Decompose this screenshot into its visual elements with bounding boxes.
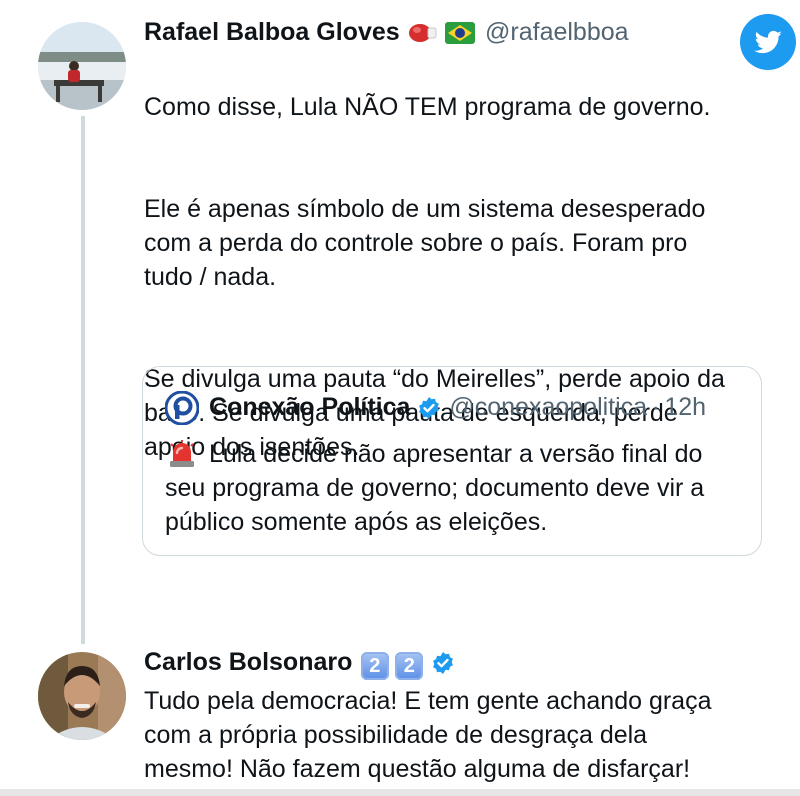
brazil-flag-icon [444,22,475,49]
quoted-timestamp[interactable]: 12h [664,393,706,421]
tweet-paragraph: Ele é apenas símbolo de um sistema deses… [144,195,706,291]
reply-author-avatar[interactable] [38,652,126,740]
author-avatar[interactable] [38,22,126,110]
keycap-digit-two-icon: 2 [395,651,424,680]
reply-header: Carlos Bolsonaro 2 2 [144,648,455,680]
keycap-digit-two-icon: 2 [360,651,389,680]
conexao-politica-logo [164,390,200,426]
thread-connector-line [81,116,85,644]
bottom-divider [0,789,800,796]
tweet-paragraph: Como disse, Lula NÃO TEM programa de gov… [144,93,711,121]
quoted-author-handle[interactable]: @conexaopolitica [449,393,647,421]
author-handle[interactable]: @rafaelbboa [485,18,629,46]
verified-badge-icon [417,396,441,425]
tweet-header: Rafael Balboa Gloves @rafaelbboa [144,18,629,50]
quoted-tweet-text: Lula decide não apresentar a versão fina… [165,440,705,536]
verified-badge-icon [431,651,455,680]
quoted-author-name[interactable]: Conexão Política [209,393,410,421]
reply-text: Tudo pela democracia! E tem gente achand… [144,687,712,783]
quoted-tweet-header: Conexão Política @conexaopolitica · 12h [209,393,706,425]
reply-author-name[interactable]: Carlos Bolsonaro [144,648,352,676]
boxing-glove-icon [408,21,438,50]
author-name[interactable]: Rafael Balboa Gloves [144,18,400,46]
reply-avatar-image [38,652,126,740]
quoted-tweet-card[interactable]: Conexão Política @conexaopolitica · 12h … [142,366,762,556]
separator-dot: · [651,393,660,421]
avatar-image [38,22,126,110]
